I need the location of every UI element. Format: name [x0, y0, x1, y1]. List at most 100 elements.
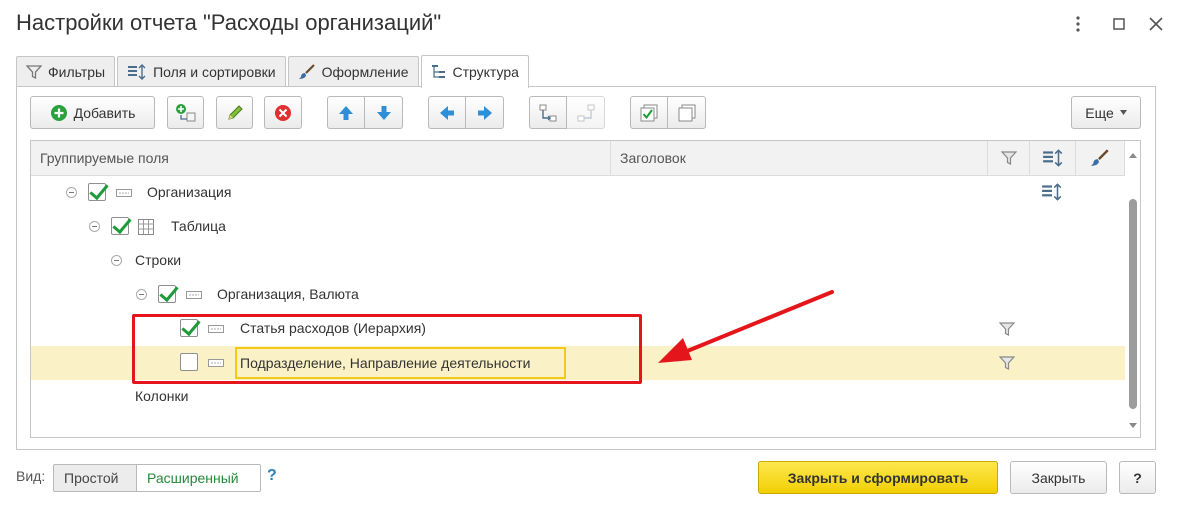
ungroup-icon: [577, 104, 594, 121]
tree-row-table[interactable]: Таблица: [31, 210, 1125, 244]
arrow-left-icon: [440, 105, 454, 120]
column-header-grouped-fields[interactable]: Группируемые поля: [31, 141, 611, 176]
row-label: Статья расходов (Иерархия): [240, 320, 426, 336]
column-header-label: Заголовок: [620, 150, 686, 166]
column-header-fields[interactable]: [1030, 141, 1076, 176]
row-checkbox[interactable]: [111, 217, 129, 235]
column-header-appearance[interactable]: [1076, 141, 1125, 176]
row-label: Организация, Валюта: [217, 286, 359, 302]
tab-appearance[interactable]: Оформление: [287, 56, 419, 87]
uncheck-all-icon: [678, 104, 695, 121]
maximize-icon: [1113, 18, 1125, 30]
help-label: ?: [1133, 469, 1142, 486]
structure-icon: [431, 65, 445, 78]
arrow-right-icon: [477, 105, 492, 120]
move-left-button[interactable]: [428, 96, 466, 129]
filter-icon[interactable]: [999, 322, 1015, 336]
close-icon: [1149, 17, 1163, 31]
brush-icon: [1091, 149, 1109, 166]
row-checkbox[interactable]: [88, 183, 106, 201]
collapse-toggle[interactable]: [136, 289, 147, 300]
row-checkbox[interactable]: [158, 285, 176, 303]
delete-button[interactable]: [264, 96, 302, 129]
fields-sort-icon[interactable]: [1041, 183, 1063, 201]
row-label: Организация: [147, 184, 232, 200]
close-button[interactable]: Закрыть: [1010, 461, 1107, 494]
tab-label: Оформление: [321, 64, 409, 80]
pencil-icon: [227, 104, 243, 120]
ungroup-button[interactable]: [567, 96, 605, 129]
tree-row-organization[interactable]: Организация: [31, 176, 1125, 210]
add-button[interactable]: Добавить: [30, 96, 155, 129]
move-right-button[interactable]: [466, 96, 504, 129]
row-label-focused-cell[interactable]: Подразделение, Направление деятельности: [235, 347, 566, 379]
view-mode-simple-label: Простой: [64, 470, 119, 486]
more-actions-button[interactable]: [1068, 14, 1088, 34]
window-title: Настройки отчета "Расходы организаций": [16, 10, 442, 35]
more-menu-button[interactable]: Еще: [1071, 96, 1141, 129]
add-grouping-button[interactable]: [167, 96, 204, 129]
close-window-button[interactable]: [1146, 14, 1166, 34]
scrollbar-thumb[interactable]: [1129, 199, 1137, 409]
collapse-toggle[interactable]: [89, 221, 100, 232]
group-button[interactable]: [529, 96, 567, 129]
row-label: Таблица: [171, 218, 226, 234]
view-mode-label: Вид:: [16, 468, 46, 484]
table-icon: [138, 219, 154, 235]
vertical-scrollbar[interactable]: [1125, 141, 1140, 437]
view-mode-simple[interactable]: Простой: [53, 464, 137, 492]
group-icon: [539, 104, 557, 121]
filter-icon: [26, 65, 42, 79]
tab-bar: Фильтры Поля и сортировки Оформление Стр…: [16, 55, 531, 88]
scroll-up-icon[interactable]: [1129, 153, 1137, 158]
collapse-toggle[interactable]: [66, 187, 77, 198]
column-header-label: Группируемые поля: [40, 150, 169, 166]
grouping-field-icon: [186, 291, 202, 299]
grouping-field-icon: [116, 189, 132, 197]
collapse-toggle[interactable]: [111, 255, 122, 266]
edit-button[interactable]: [216, 96, 253, 129]
chevron-down-icon: [1119, 110, 1127, 115]
tab-label: Поля и сортировки: [153, 64, 276, 80]
add-button-label: Добавить: [73, 104, 136, 121]
filter-icon[interactable]: [999, 356, 1015, 370]
view-mode-extended[interactable]: Расширенный: [136, 464, 261, 492]
row-label: Строки: [135, 252, 182, 268]
tree-row-organization-currency[interactable]: Организация, Валюта: [31, 278, 1125, 312]
close-and-build-button[interactable]: Закрыть и сформировать: [758, 461, 998, 494]
filter-icon: [1000, 151, 1017, 165]
grouping-field-icon: [208, 359, 224, 367]
tab-fields-sorting[interactable]: Поля и сортировки: [117, 56, 286, 87]
help-button[interactable]: ?: [1119, 461, 1156, 494]
scroll-down-icon[interactable]: [1129, 423, 1137, 428]
move-down-button[interactable]: [365, 96, 403, 129]
tab-structure[interactable]: Структура: [420, 55, 529, 88]
fields-sort-icon: [128, 64, 146, 80]
row-checkbox[interactable]: [180, 353, 198, 371]
tree-row-rows[interactable]: Строки: [31, 244, 1125, 278]
brush-icon: [298, 64, 315, 79]
column-header-filters[interactable]: [988, 141, 1030, 176]
grouping-field-icon: [208, 325, 224, 333]
maximize-button[interactable]: [1109, 14, 1129, 34]
move-up-button[interactable]: [327, 96, 365, 129]
column-header-caption[interactable]: Заголовок: [611, 141, 988, 176]
arrow-up-icon: [339, 105, 353, 120]
tree-row-department-activity[interactable]: Подразделение, Направление деятельности: [31, 346, 1125, 380]
close-and-build-label: Закрыть и сформировать: [787, 469, 969, 486]
check-all-button[interactable]: [630, 96, 668, 129]
delete-circle-icon: [275, 104, 291, 121]
tab-filters[interactable]: Фильтры: [16, 56, 116, 87]
add-circle-icon: [50, 104, 67, 121]
tree-row-expense-item[interactable]: Статья расходов (Иерархия): [31, 312, 1125, 346]
uncheck-all-button[interactable]: [668, 96, 706, 129]
row-checkbox[interactable]: [180, 319, 198, 337]
vertical-dots-icon: [1076, 16, 1080, 32]
fields-sort-icon: [1042, 149, 1062, 167]
add-grouping-icon: [175, 103, 195, 121]
tree-row-columns[interactable]: Колонки: [31, 380, 1125, 414]
annotation-arrow-icon: [658, 290, 834, 363]
more-menu-label: Еще: [1085, 104, 1114, 121]
view-mode-help-link[interactable]: ?: [267, 467, 277, 485]
check-all-icon: [640, 104, 658, 121]
